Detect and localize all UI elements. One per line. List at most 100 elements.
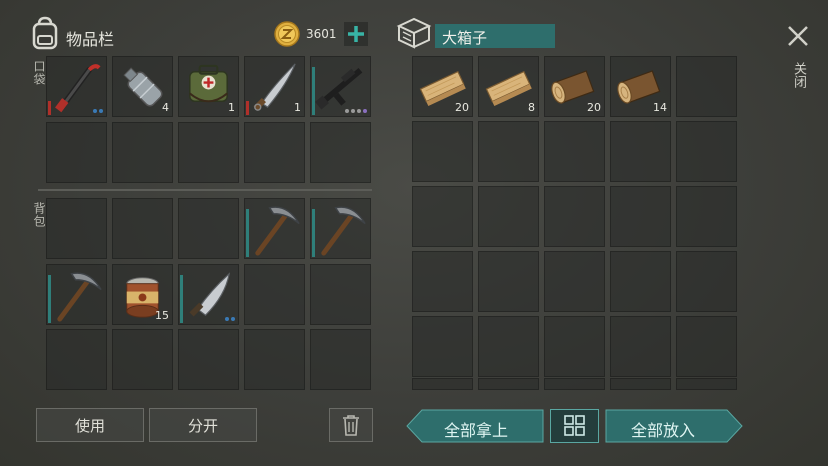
use-button[interactable]: 使用 [36, 408, 144, 442]
backpack-slot[interactable] [244, 329, 305, 390]
add-coins-button[interactable] [344, 22, 368, 46]
item-count: 15 [155, 309, 169, 322]
container-slot[interactable]: 8 [478, 56, 539, 117]
durability-bar [312, 67, 315, 115]
pocket-slot[interactable] [310, 56, 371, 117]
backpack-slot[interactable]: 15 [112, 264, 173, 325]
pocket-slot[interactable] [46, 122, 107, 183]
container-slot[interactable] [478, 251, 539, 312]
container-slot[interactable] [412, 121, 473, 182]
take-all-label: 全部拿上 [444, 421, 509, 440]
inventory-title: 物品栏 [66, 30, 115, 49]
container-slot[interactable] [676, 56, 737, 117]
container-slot[interactable] [676, 186, 737, 247]
container-slot[interactable] [412, 186, 473, 247]
coin-icon [274, 21, 300, 47]
container-slot[interactable] [610, 186, 671, 247]
coin-count: 3601 [306, 27, 337, 41]
backpack-slot[interactable] [178, 264, 239, 325]
backpack-slot[interactable] [112, 198, 173, 259]
backpack-slot[interactable] [244, 264, 305, 325]
item-count: 20 [587, 101, 601, 114]
pocket-slot[interactable] [46, 56, 107, 117]
quality-dots [225, 317, 235, 321]
container-slot[interactable] [544, 251, 605, 312]
durability-bar [246, 209, 249, 257]
container-slot[interactable]: 14 [610, 56, 671, 117]
delete-button[interactable] [329, 408, 373, 442]
backpack-slot[interactable] [310, 329, 371, 390]
machete-icon [189, 272, 231, 317]
pocket-slot[interactable] [112, 122, 173, 183]
pickaxe-icon [57, 272, 102, 322]
backpack-slot[interactable] [112, 329, 173, 390]
container-title: 大箱子 [442, 29, 488, 47]
container-slot[interactable] [676, 251, 737, 312]
pocket-slot[interactable] [244, 122, 305, 183]
pocket-slot[interactable]: 4 [112, 56, 173, 117]
trash-icon [343, 415, 359, 436]
container-slot[interactable] [544, 121, 605, 182]
container-slot[interactable] [478, 378, 539, 390]
item-count: 8 [528, 101, 535, 114]
plus-icon [348, 26, 364, 42]
container-slot[interactable] [610, 121, 671, 182]
backpack-slot[interactable] [178, 329, 239, 390]
item-count: 14 [653, 101, 667, 114]
put-all-button[interactable]: 全部放入 [605, 409, 743, 443]
backpack-slot[interactable] [178, 198, 239, 259]
backpack-slot[interactable] [46, 198, 107, 259]
container-slot[interactable] [610, 251, 671, 312]
item-count: 1 [294, 101, 301, 114]
container-slot[interactable] [676, 316, 737, 377]
container-slot[interactable] [478, 121, 539, 182]
container-slot[interactable] [412, 378, 473, 390]
rifle-icon [315, 68, 363, 110]
container-slot[interactable] [544, 316, 605, 377]
grid-view-button[interactable] [550, 409, 599, 443]
container-slot[interactable] [676, 378, 737, 390]
container-slot[interactable] [412, 316, 473, 377]
item-count: 20 [455, 101, 469, 114]
backpack-slot[interactable] [310, 264, 371, 325]
item-count: 1 [228, 101, 235, 114]
durability-bar [246, 101, 249, 115]
quality-dots [93, 109, 103, 113]
pocket-slot[interactable] [310, 122, 371, 183]
container-slot[interactable] [544, 378, 605, 390]
durability-bar [48, 101, 51, 115]
pocket-slot[interactable] [178, 122, 239, 183]
container-slot[interactable]: 20 [412, 56, 473, 117]
container-slot[interactable] [478, 186, 539, 247]
container-slot[interactable] [610, 378, 671, 390]
container-slot[interactable] [610, 316, 671, 377]
section-divider [38, 189, 372, 191]
close-icon [788, 26, 808, 46]
container-slot[interactable]: 20 [544, 56, 605, 117]
backpack-slot[interactable] [46, 329, 107, 390]
container-slot[interactable] [478, 316, 539, 377]
container-title-bar: 大箱子 [435, 24, 555, 48]
pocket-slot[interactable]: 1 [178, 56, 239, 117]
quality-dots [345, 109, 367, 113]
take-all-button[interactable]: 全部拿上 [406, 409, 544, 443]
backpack-icon [30, 16, 60, 50]
container-slot[interactable] [544, 186, 605, 247]
item-count: 4 [162, 101, 169, 114]
close-label: 关闭 [791, 62, 806, 88]
backpack-slot[interactable] [244, 198, 305, 259]
container-slot[interactable] [676, 121, 737, 182]
close-button[interactable] [784, 22, 812, 50]
pickaxe-icon [321, 206, 366, 256]
pickaxe-icon [255, 206, 300, 256]
container-slot[interactable] [412, 251, 473, 312]
durability-bar [180, 275, 183, 323]
backpack-slot[interactable] [46, 264, 107, 325]
durability-bar [48, 275, 51, 323]
durability-bar [312, 209, 315, 257]
put-all-label: 全部放入 [631, 421, 696, 440]
backpack-slot[interactable] [310, 198, 371, 259]
split-button[interactable]: 分开 [149, 408, 257, 442]
box-icon [396, 16, 432, 50]
pocket-slot[interactable]: 1 [244, 56, 305, 117]
